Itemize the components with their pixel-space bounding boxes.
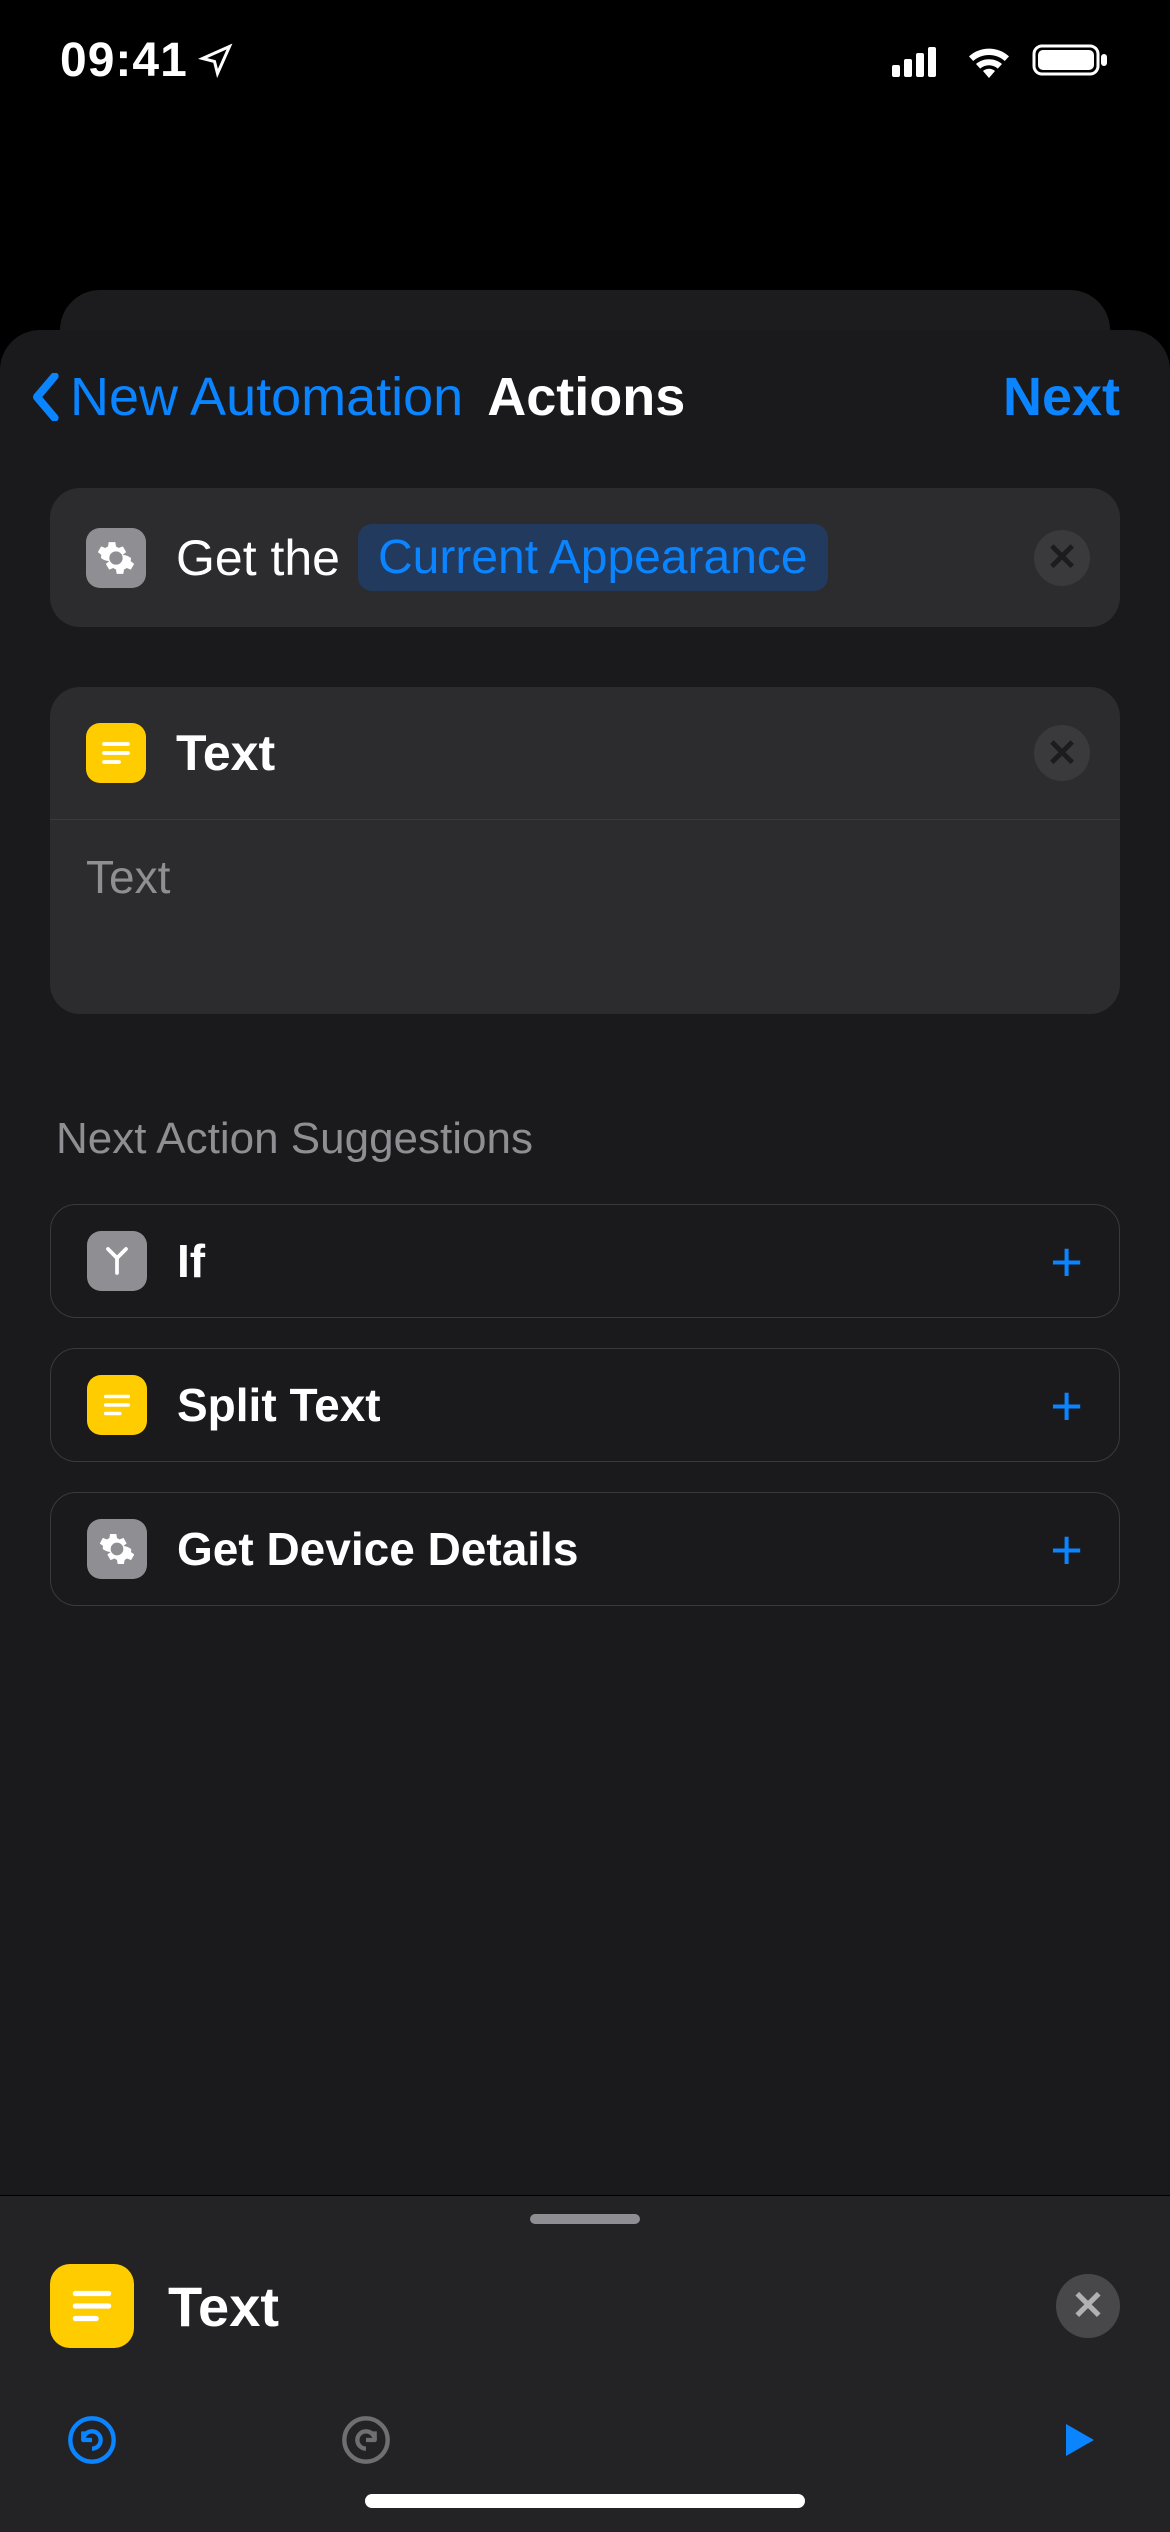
close-icon: ✕	[1071, 2283, 1105, 2329]
undo-button[interactable]	[60, 2408, 124, 2472]
add-suggestion-button[interactable]: +	[1050, 1373, 1083, 1438]
close-icon: ✕	[1046, 731, 1078, 776]
home-indicator[interactable]	[365, 2494, 805, 2508]
bottom-panel-title: Text	[168, 2274, 279, 2339]
action-row: Get the Current Appearance ✕	[50, 488, 1120, 627]
settings-gear-icon	[86, 528, 146, 588]
cellular-icon	[892, 43, 946, 77]
close-icon: ✕	[1046, 535, 1078, 580]
action-card-text[interactable]: Text ✕ Text	[50, 687, 1120, 1014]
suggestion-if[interactable]: If +	[50, 1204, 1120, 1318]
dismiss-panel-button[interactable]: ✕	[1056, 2274, 1120, 2338]
add-suggestion-button[interactable]: +	[1050, 1517, 1083, 1582]
action-title: Text	[176, 724, 275, 782]
next-button[interactable]: Next	[1003, 366, 1120, 428]
text-document-icon	[86, 723, 146, 783]
bottom-panel[interactable]: Text ✕	[0, 2195, 1170, 2532]
run-button[interactable]	[1046, 2408, 1110, 2472]
action-row: Text ✕	[50, 687, 1120, 819]
suggestion-label: If	[177, 1234, 205, 1288]
redo-button	[334, 2408, 398, 2472]
text-document-icon	[87, 1375, 147, 1435]
suggestion-label: Get Device Details	[177, 1522, 578, 1576]
suggestion-label: Split Text	[177, 1378, 381, 1432]
text-input-area[interactable]: Text	[50, 819, 1120, 1014]
text-document-icon	[50, 2264, 134, 2348]
branch-icon	[87, 1231, 147, 1291]
suggestion-split-text[interactable]: Split Text +	[50, 1348, 1120, 1462]
nav-bar: New Automation Actions Next	[0, 330, 1170, 448]
content-area: Get the Current Appearance ✕ Text	[0, 448, 1170, 1636]
suggestions-header: Next Action Suggestions	[56, 1114, 1114, 1164]
status-icons	[892, 42, 1110, 78]
location-arrow-icon	[198, 42, 234, 78]
delete-action-button[interactable]: ✕	[1034, 725, 1090, 781]
text-placeholder: Text	[86, 851, 170, 903]
status-time-group: 09:41	[60, 33, 234, 88]
action-prefix-text: Get the	[176, 529, 340, 587]
chevron-left-icon	[30, 373, 60, 421]
status-time: 09:41	[60, 33, 188, 88]
toolbar	[0, 2388, 1170, 2532]
battery-icon	[1032, 42, 1110, 78]
settings-gear-icon	[87, 1519, 147, 1579]
page-title: Actions	[487, 366, 685, 428]
suggestion-device-details[interactable]: Get Device Details +	[50, 1492, 1120, 1606]
action-card-get-appearance[interactable]: Get the Current Appearance ✕	[50, 488, 1120, 627]
delete-action-button[interactable]: ✕	[1034, 530, 1090, 586]
status-bar: 09:41	[0, 0, 1170, 120]
back-button[interactable]: New Automation	[30, 366, 463, 428]
add-suggestion-button[interactable]: +	[1050, 1229, 1083, 1294]
bottom-row: Text ✕	[0, 2224, 1170, 2388]
wifi-icon	[964, 42, 1014, 78]
action-parameter-pill[interactable]: Current Appearance	[358, 524, 828, 591]
grabber-handle[interactable]	[530, 2214, 640, 2224]
back-label: New Automation	[70, 366, 463, 428]
